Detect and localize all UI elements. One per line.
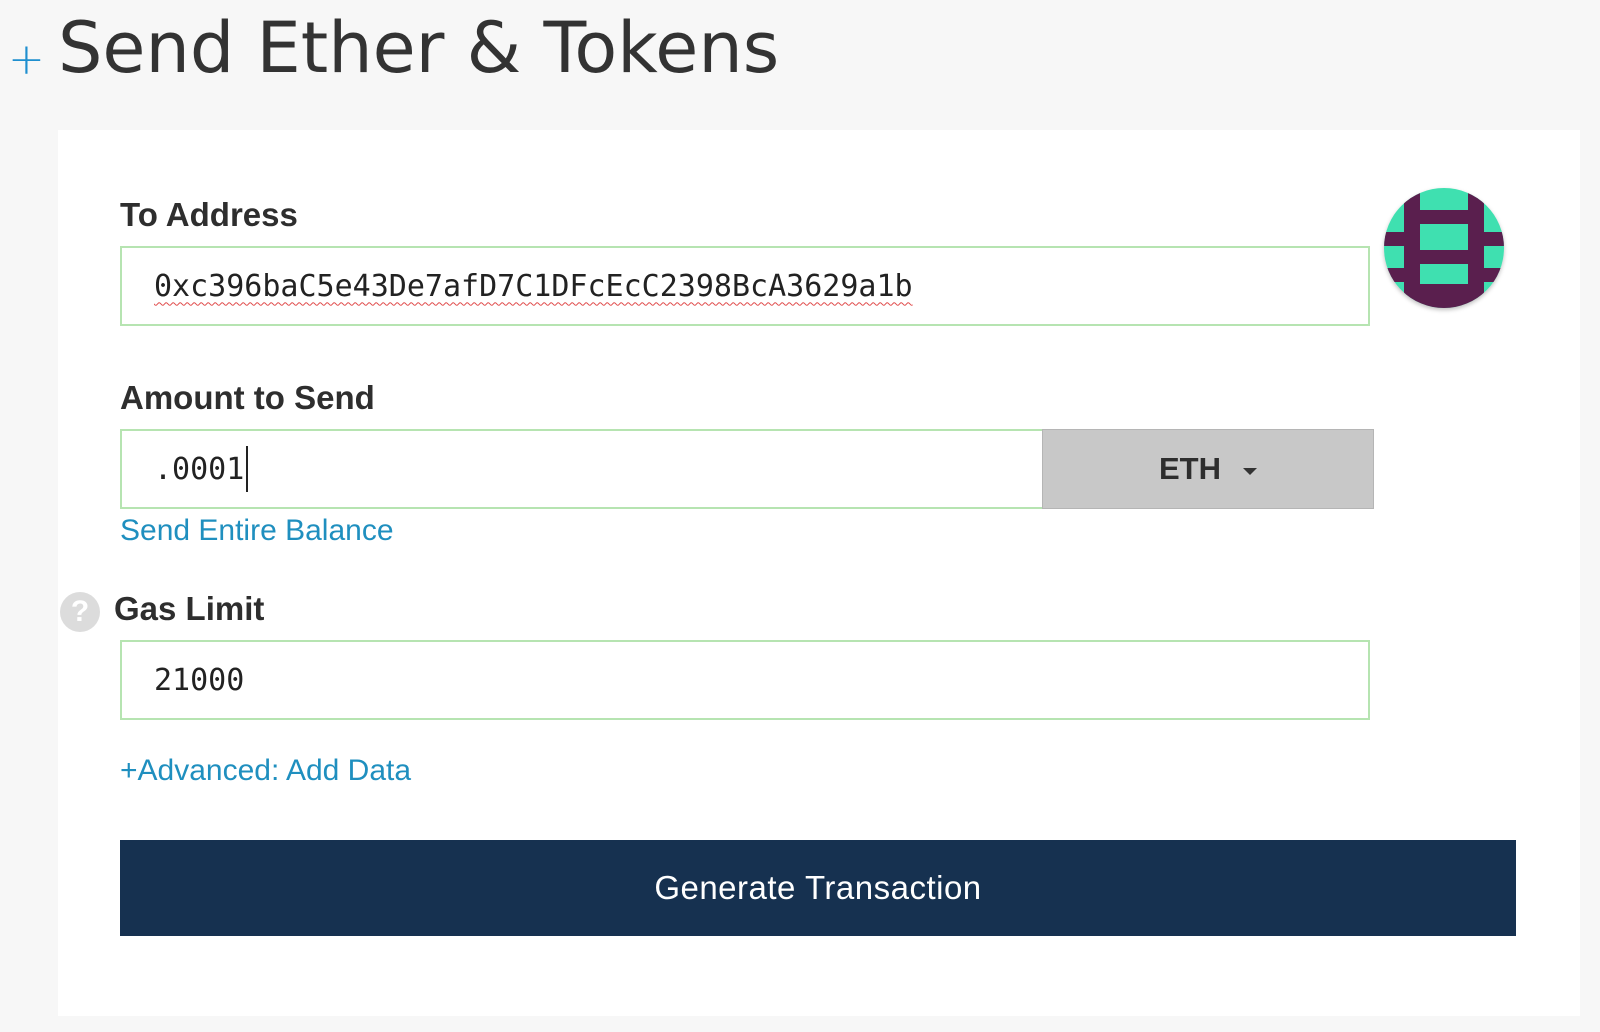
gas-limit-value: 21000 — [154, 662, 245, 698]
amount-label: Amount to Send — [120, 379, 375, 416]
identicon-svg — [1384, 188, 1504, 308]
address-identicon — [1384, 188, 1504, 308]
to-address-value: 0xc396baC5e43De7afD7C1DFcEcC2398BcA3629a… — [154, 268, 913, 304]
gas-limit-label: Gas Limit — [114, 590, 265, 627]
advanced-add-data-link[interactable]: +Advanced: Add Data — [120, 754, 411, 788]
send-entire-balance-link[interactable]: Send Entire Balance — [120, 514, 394, 548]
amount-input[interactable]: .0001 — [120, 429, 1045, 509]
amount-value: .0001 — [154, 451, 245, 487]
currency-dropdown[interactable]: ETH — [1042, 429, 1374, 509]
page-header: + Send Ether & Tokens — [0, 0, 1600, 110]
chevron-down-icon — [1243, 467, 1257, 475]
currency-selected: ETH — [1159, 451, 1221, 486]
gas-limit-input[interactable]: 21000 — [120, 640, 1370, 720]
generate-transaction-button[interactable]: Generate Transaction — [120, 840, 1516, 936]
expand-plus-icon[interactable]: + — [8, 38, 45, 82]
to-address-input[interactable]: 0xc396baC5e43De7afD7C1DFcEcC2398BcA3629a… — [120, 246, 1370, 326]
text-caret — [246, 446, 249, 492]
send-form-card: To Address 0xc396baC5e43De7afD7C1DFcEcC2… — [58, 130, 1580, 1016]
help-icon[interactable]: ? — [60, 592, 100, 632]
to-address-label: To Address — [120, 196, 298, 233]
page-title: Send Ether & Tokens — [58, 7, 780, 89]
